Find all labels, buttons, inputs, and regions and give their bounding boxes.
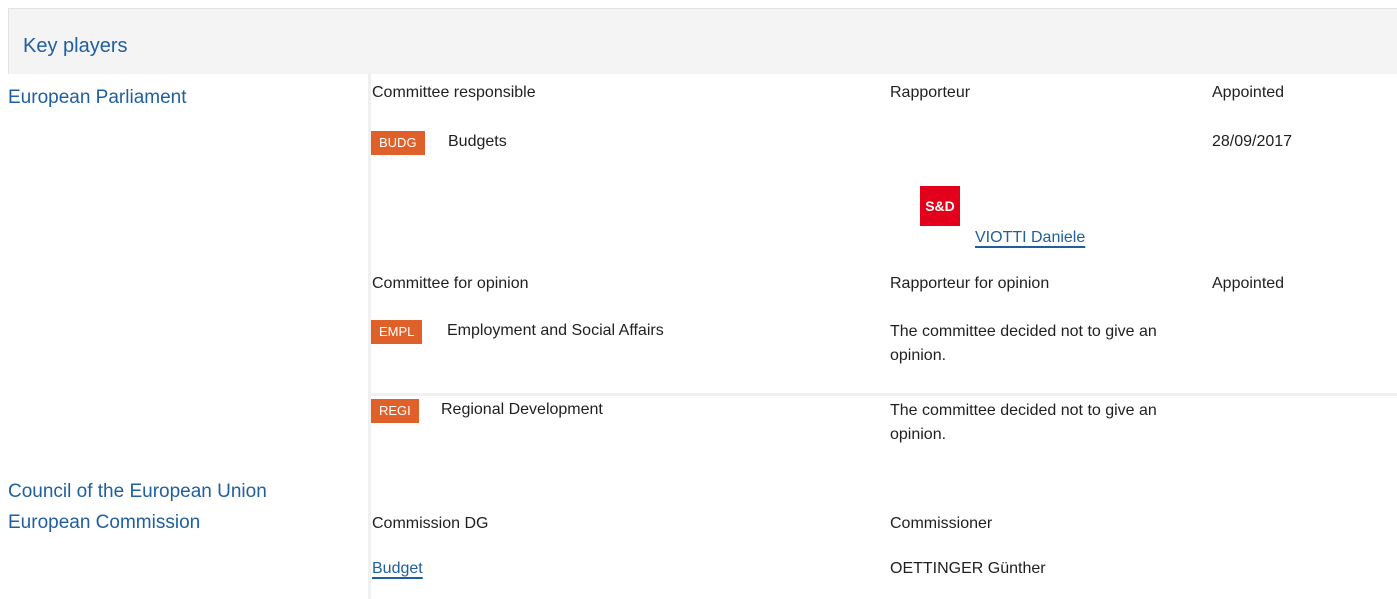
key-players-header: Key players [8, 8, 1397, 74]
org-council: Council of the European Union [8, 481, 267, 502]
committee-badge-empl: EMPL [371, 320, 423, 344]
commissioner-name: OETTINGER Günther [890, 560, 1046, 577]
section-title: Key players [23, 35, 128, 57]
col-committee-responsible: Committee responsible [372, 84, 536, 101]
committee-name-empl: Employment and Social Affairs [447, 322, 664, 339]
col-committee-opinion: Committee for opinion [372, 275, 529, 292]
row-divider [371, 393, 1397, 396]
opinion-note: The committee decided not to give an opi… [890, 323, 1157, 364]
col-commissioner: Commissioner [890, 515, 993, 532]
commission-dg-link-budget[interactable]: Budget [372, 560, 423, 578]
org-european-parliament: European Parliament [8, 87, 187, 108]
col-rapporteur: Rapporteur [890, 84, 971, 101]
opinion-note: The committee decided not to give an opi… [890, 402, 1157, 443]
org-european-commission: European Commission [8, 512, 201, 533]
col-appointed-opinion: Appointed [1212, 275, 1285, 292]
col-rapporteur-opinion: Rapporteur for opinion [890, 275, 1050, 292]
appointed-date: 28/09/2017 [1212, 133, 1293, 150]
committee-name-budgets: Budgets [448, 133, 507, 150]
committee-name-regi: Regional Development [441, 401, 603, 418]
col-appointed: Appointed [1212, 84, 1285, 101]
rapporteur-link-viotti[interactable]: VIOTTI Daniele [975, 229, 1085, 247]
committee-badge-budg: BUDG [371, 131, 425, 155]
committee-badge-regi: REGI [371, 399, 419, 423]
sd-party-logo-icon: S&D [920, 186, 960, 226]
col-commission-dg: Commission DG [372, 515, 489, 532]
